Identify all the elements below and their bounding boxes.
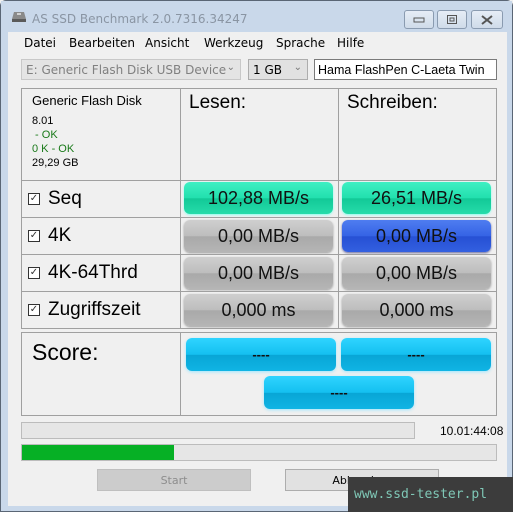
seq-checkbox[interactable]: ✓ Seq — [28, 188, 82, 210]
score-label: Score: — [32, 339, 99, 365]
4k-read-result: 0,00 MB/s — [184, 220, 333, 252]
test-progress-bar — [21, 422, 415, 439]
check-icon: ✓ — [28, 267, 40, 279]
menu-datei[interactable]: Datei — [24, 36, 56, 50]
menu-sprache[interactable]: Sprache — [276, 36, 325, 50]
drive-select[interactable]: E: Generic Flash Disk USB Device ⌄ — [21, 59, 241, 80]
access-time-checkbox[interactable]: ✓ Zugriffszeit — [28, 299, 141, 321]
drive-info-panel: Generic Flash Disk 8.01 - OK 0 K - OK 29… — [21, 88, 181, 181]
minimize-button[interactable] — [404, 10, 434, 29]
score-values-cell: ---- ---- ---- — [180, 332, 497, 416]
start-button[interactable]: Start — [97, 469, 251, 491]
4k-64thrd-read-result: 0,00 MB/s — [184, 257, 333, 289]
drive-firmware: 8.01 — [32, 115, 54, 127]
chevron-down-icon: ⌄ — [226, 62, 235, 73]
menu-werkzeug[interactable]: Werkzeug — [204, 36, 263, 50]
menu-bar: Datei Bearbeiten Ansicht Werkzeug Sprach… — [8, 32, 507, 54]
access-time-write-cell: 0,000 ms — [338, 291, 497, 329]
alignment-status: 0 K - OK — [32, 143, 75, 155]
4k-64thrd-checkbox[interactable]: ✓ 4K-64Thrd — [28, 262, 138, 284]
maximize-button[interactable] — [437, 10, 467, 29]
check-icon: ✓ — [28, 230, 40, 242]
4k-write-cell: 0,00 MB/s — [338, 217, 497, 255]
drive-icon — [12, 12, 26, 22]
maximize-icon — [447, 15, 457, 24]
score-label-cell: Score: — [21, 332, 181, 416]
read-header-cell: Lesen: — [180, 88, 339, 181]
score-total: ---- — [264, 376, 414, 409]
client-area: Datei Bearbeiten Ansicht Werkzeug Sprach… — [8, 32, 507, 506]
chevron-down-icon: ⌄ — [293, 62, 302, 73]
size-select[interactable]: 1 GB ⌄ — [248, 59, 308, 80]
seq-read-cell: 102,88 MB/s — [180, 180, 339, 218]
access-time-label: Zugriffszeit — [48, 299, 141, 320]
seq-write-cell: 26,51 MB/s — [338, 180, 497, 218]
write-header: Schreiben: — [347, 92, 438, 113]
drive-capacity: 29,29 GB — [32, 157, 79, 169]
read-header: Lesen: — [189, 92, 247, 113]
seq-write-result: 26,51 MB/s — [342, 182, 491, 214]
4k-write-result: 0,00 MB/s — [342, 220, 491, 252]
watermark: www.ssd-tester.pl — [348, 477, 513, 512]
test-row-access-time: ✓ Zugriffszeit — [21, 291, 181, 329]
score-read: ---- — [186, 338, 336, 371]
drive-name-input[interactable]: Hama FlashPen C-Laeta Twin — [314, 59, 497, 80]
title-bar[interactable]: AS SSD Benchmark 2.0.7316.34247 — [1, 1, 512, 32]
test-row-4k: ✓ 4K — [21, 217, 181, 255]
check-icon: ✓ — [28, 193, 40, 205]
results-grid: Generic Flash Disk 8.01 - OK 0 K - OK 29… — [21, 88, 497, 446]
minimize-icon — [413, 17, 425, 22]
menu-ansicht[interactable]: Ansicht — [145, 36, 189, 50]
4k-label: 4K — [48, 225, 72, 246]
driver-status: - OK — [32, 129, 58, 141]
4k-64thrd-label: 4K-64Thrd — [48, 262, 138, 283]
seq-read-result: 102,88 MB/s — [184, 182, 333, 214]
menu-bearbeiten[interactable]: Bearbeiten — [69, 36, 135, 50]
access-time-write-result: 0,000 ms — [342, 294, 491, 326]
drive-select-value: E: Generic Flash Disk USB Device — [26, 63, 227, 77]
test-row-4k-64thrd: ✓ 4K-64Thrd — [21, 254, 181, 292]
overall-progress-bar — [21, 444, 497, 461]
app-window: AS SSD Benchmark 2.0.7316.34247 Datei Be… — [0, 0, 513, 512]
4k-read-cell: 0,00 MB/s — [180, 217, 339, 255]
4k-64thrd-write-cell: 0,00 MB/s — [338, 254, 497, 292]
access-time-read-cell: 0,000 ms — [180, 291, 339, 329]
4k-64thrd-write-result: 0,00 MB/s — [342, 257, 491, 289]
write-header-cell: Schreiben: — [338, 88, 497, 181]
menu-hilfe[interactable]: Hilfe — [337, 36, 364, 50]
close-icon — [481, 14, 493, 25]
4k-64thrd-read-cell: 0,00 MB/s — [180, 254, 339, 292]
seq-label: Seq — [48, 188, 82, 209]
score-write: ---- — [341, 338, 491, 371]
overall-progress-fill — [22, 445, 174, 460]
elapsed-time: 10.01:44:08 — [440, 424, 504, 438]
window-title: AS SSD Benchmark 2.0.7316.34247 — [32, 12, 248, 26]
size-select-value: 1 GB — [253, 63, 282, 77]
access-time-read-result: 0,000 ms — [184, 294, 333, 326]
drive-model: Generic Flash Disk — [32, 93, 142, 108]
close-button[interactable] — [471, 10, 503, 29]
check-icon: ✓ — [28, 304, 40, 316]
test-row-seq: ✓ Seq — [21, 180, 181, 218]
4k-checkbox[interactable]: ✓ 4K — [28, 225, 71, 247]
